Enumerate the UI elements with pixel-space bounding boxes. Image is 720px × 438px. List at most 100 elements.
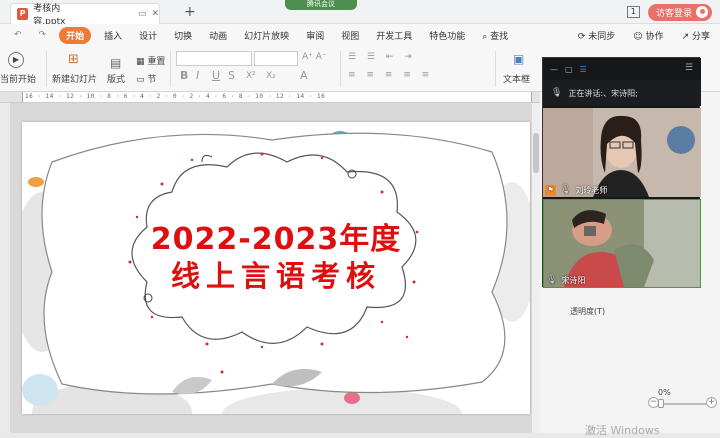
divider <box>495 51 496 87</box>
search-label: 查找 <box>490 31 509 42</box>
tab-home[interactable]: 开始 <box>59 26 92 44</box>
avatar <box>696 6 708 18</box>
collab-label: 协作 <box>645 31 664 42</box>
section-label: 节 <box>147 75 157 85</box>
reset-label: 重置 <box>147 57 166 67</box>
font-color-button[interactable]: A <box>300 69 308 82</box>
slide-canvas-area: 2022-2023年度 线上言语考核 <box>10 103 540 433</box>
section-button[interactable]: ▭ 节 <box>136 72 156 85</box>
slide[interactable]: 2022-2023年度 线上言语考核 <box>22 122 530 414</box>
italic-button[interactable]: I <box>196 69 199 82</box>
divider <box>46 51 47 87</box>
paragraph-list-icons[interactable]: ☰ ☰ ⇤ ⇥ <box>348 52 416 62</box>
scrollbar-thumb[interactable] <box>533 133 539 173</box>
new-slide-icon[interactable]: ⊞ <box>68 52 79 67</box>
sync-icon: ⟳ <box>577 31 586 42</box>
from-current-button[interactable]: 当前开始 <box>0 72 36 85</box>
tab-developer[interactable]: 开发工具 <box>372 27 416 44</box>
title-bar: P 考核内容.pptx ▭ ✕ + 腾讯会议 1 访客登录 <box>0 0 720 27</box>
tab-slideshow[interactable]: 幻灯片放映 <box>240 27 293 44</box>
transparency-value: 0% <box>658 388 671 397</box>
underline-button[interactable]: U <box>212 69 220 82</box>
tab-features[interactable]: 特色功能 <box>425 27 469 44</box>
bg-leaf <box>28 177 44 187</box>
slide-title-line2[interactable]: 线上言语考核 <box>22 253 530 295</box>
share-button[interactable]: ↗ 分享 <box>678 27 714 44</box>
search-icon: ⌕ <box>482 31 488 42</box>
ruler-scale: 16 · 14 · 12 · 10 · 8 · 6 · 4 · 2 · 0 · … <box>22 92 532 102</box>
activate-windows-watermark: 激活 Windows <box>585 424 660 437</box>
participant-name-tag: 🎙 宋诗阳 <box>544 273 585 287</box>
bold-button[interactable]: B <box>180 69 188 82</box>
meeting-window[interactable]: — ▢ ☰ ☰ 🎙 正在讲话:、宋诗阳; ⚑ 🎙 刘玲老师 🎙 宋诗阳 <box>542 57 701 288</box>
thumbnail-panel-edge[interactable] <box>0 103 10 433</box>
tab-device-icon[interactable]: ▭ <box>138 9 147 19</box>
collab-button[interactable]: ☺ 协作 <box>629 27 667 44</box>
page-count-badge[interactable]: 1 <box>626 6 640 18</box>
search-button[interactable]: ⌕ 查找 <box>478 27 512 44</box>
participant-name-tag: ⚑ 🎙 刘玲老师 <box>543 183 607 197</box>
visitor-login-button[interactable]: 访客登录 <box>647 3 712 21</box>
bg-flower <box>344 392 360 404</box>
new-slide-button[interactable]: 新建幻灯片 <box>52 72 97 85</box>
transparency-increase-button[interactable]: + <box>706 397 717 408</box>
tab-transition[interactable]: 切换 <box>170 27 196 44</box>
sync-label: 未同步 <box>588 31 616 42</box>
list-view-icon[interactable]: ☰ <box>580 65 587 74</box>
microphone-icon: 🎙 <box>551 88 563 98</box>
divider <box>340 51 341 87</box>
minimize-icon[interactable]: — <box>550 65 558 74</box>
participant-video[interactable]: ⚑ 🎙 刘玲老师 <box>543 108 701 197</box>
redo-icon[interactable]: ↷ <box>35 28 51 42</box>
transparency-slider-knob[interactable] <box>658 399 664 408</box>
ppt-file-icon: P <box>17 8 29 20</box>
layout-button[interactable]: 版式 <box>107 72 125 85</box>
tab-review[interactable]: 审阅 <box>302 27 328 44</box>
speaking-indicator: 🎙 正在讲话:、宋诗阳; <box>543 80 701 106</box>
titlebar-right: 1 访客登录 <box>626 3 720 21</box>
slide-title-line1[interactable]: 2022-2023年度 <box>22 214 530 258</box>
tab-animation[interactable]: 动画 <box>205 27 231 44</box>
tab-view[interactable]: 视图 <box>337 27 363 44</box>
window-icon[interactable]: ▢ <box>565 65 573 74</box>
font-grow-icon[interactable]: A⁺ A⁻ <box>302 52 327 62</box>
reset-button[interactable]: ▦ 重置 <box>136 54 165 67</box>
divider <box>170 51 171 87</box>
participant-name: 宋诗阳 <box>561 275 586 285</box>
tab-insert[interactable]: 插入 <box>100 27 126 44</box>
vertical-scrollbar[interactable] <box>532 103 540 433</box>
superscript-button[interactable]: X² <box>246 71 256 81</box>
collab-icon: ☺ <box>633 31 643 42</box>
undo-icon[interactable]: ↶ <box>10 28 26 42</box>
speaking-label: 正在讲话:、宋诗阳; <box>568 88 638 98</box>
subscript-button[interactable]: X₂ <box>266 71 276 81</box>
meeting-menu-icon[interactable]: ☰ <box>685 63 693 73</box>
tab-design[interactable]: 设计 <box>135 27 161 44</box>
menu-right: ⟳ 未同步 ☺ 协作 ↗ 分享 <box>574 26 714 44</box>
font-size-select[interactable] <box>254 51 298 66</box>
sync-button[interactable]: ⟳ 未同步 <box>574 27 619 44</box>
font-name-select[interactable] <box>176 51 252 66</box>
play-icon[interactable]: ▶ <box>8 52 24 68</box>
document-tab[interactable]: P 考核内容.pptx ▭ ✕ <box>10 3 160 27</box>
transparency-label: 透明度(T) <box>570 307 606 316</box>
microphone-icon: 🎙 <box>546 275 558 285</box>
menu-bar: ↶ ↷ 开始 插入 设计 切换 动画 幻灯片放映 审阅 视图 开发工具 特色功能… <box>0 24 720 46</box>
layout-icon[interactable]: ▤ <box>110 56 121 70</box>
ruler: 16 · 14 · 12 · 10 · 8 · 6 · 4 · 2 · 0 · … <box>0 92 540 103</box>
transparency-slider[interactable] <box>660 403 710 405</box>
bg-blob <box>22 374 58 406</box>
paragraph-align-icons[interactable]: ≡ ≡ ≡ ≡ ≡ <box>348 70 433 80</box>
participant-name: 刘玲老师 <box>575 185 608 195</box>
section-icon: ▭ <box>136 75 145 85</box>
reset-icon: ▦ <box>136 57 145 67</box>
textbox-button[interactable]: 文本框 <box>503 72 530 85</box>
shadow-button[interactable]: S <box>228 69 235 82</box>
new-tab-button[interactable]: + <box>184 4 196 20</box>
meeting-toolbar: — ▢ ☰ <box>543 58 701 80</box>
meeting-indicator[interactable]: 腾讯会议 <box>285 0 357 10</box>
tab-close-icon[interactable]: ✕ <box>151 9 159 19</box>
textbox-icon[interactable]: ▣ <box>513 52 524 66</box>
participant-video-active[interactable]: 🎙 宋诗阳 <box>543 199 701 288</box>
visitor-login-label: 访客登录 <box>655 8 692 19</box>
